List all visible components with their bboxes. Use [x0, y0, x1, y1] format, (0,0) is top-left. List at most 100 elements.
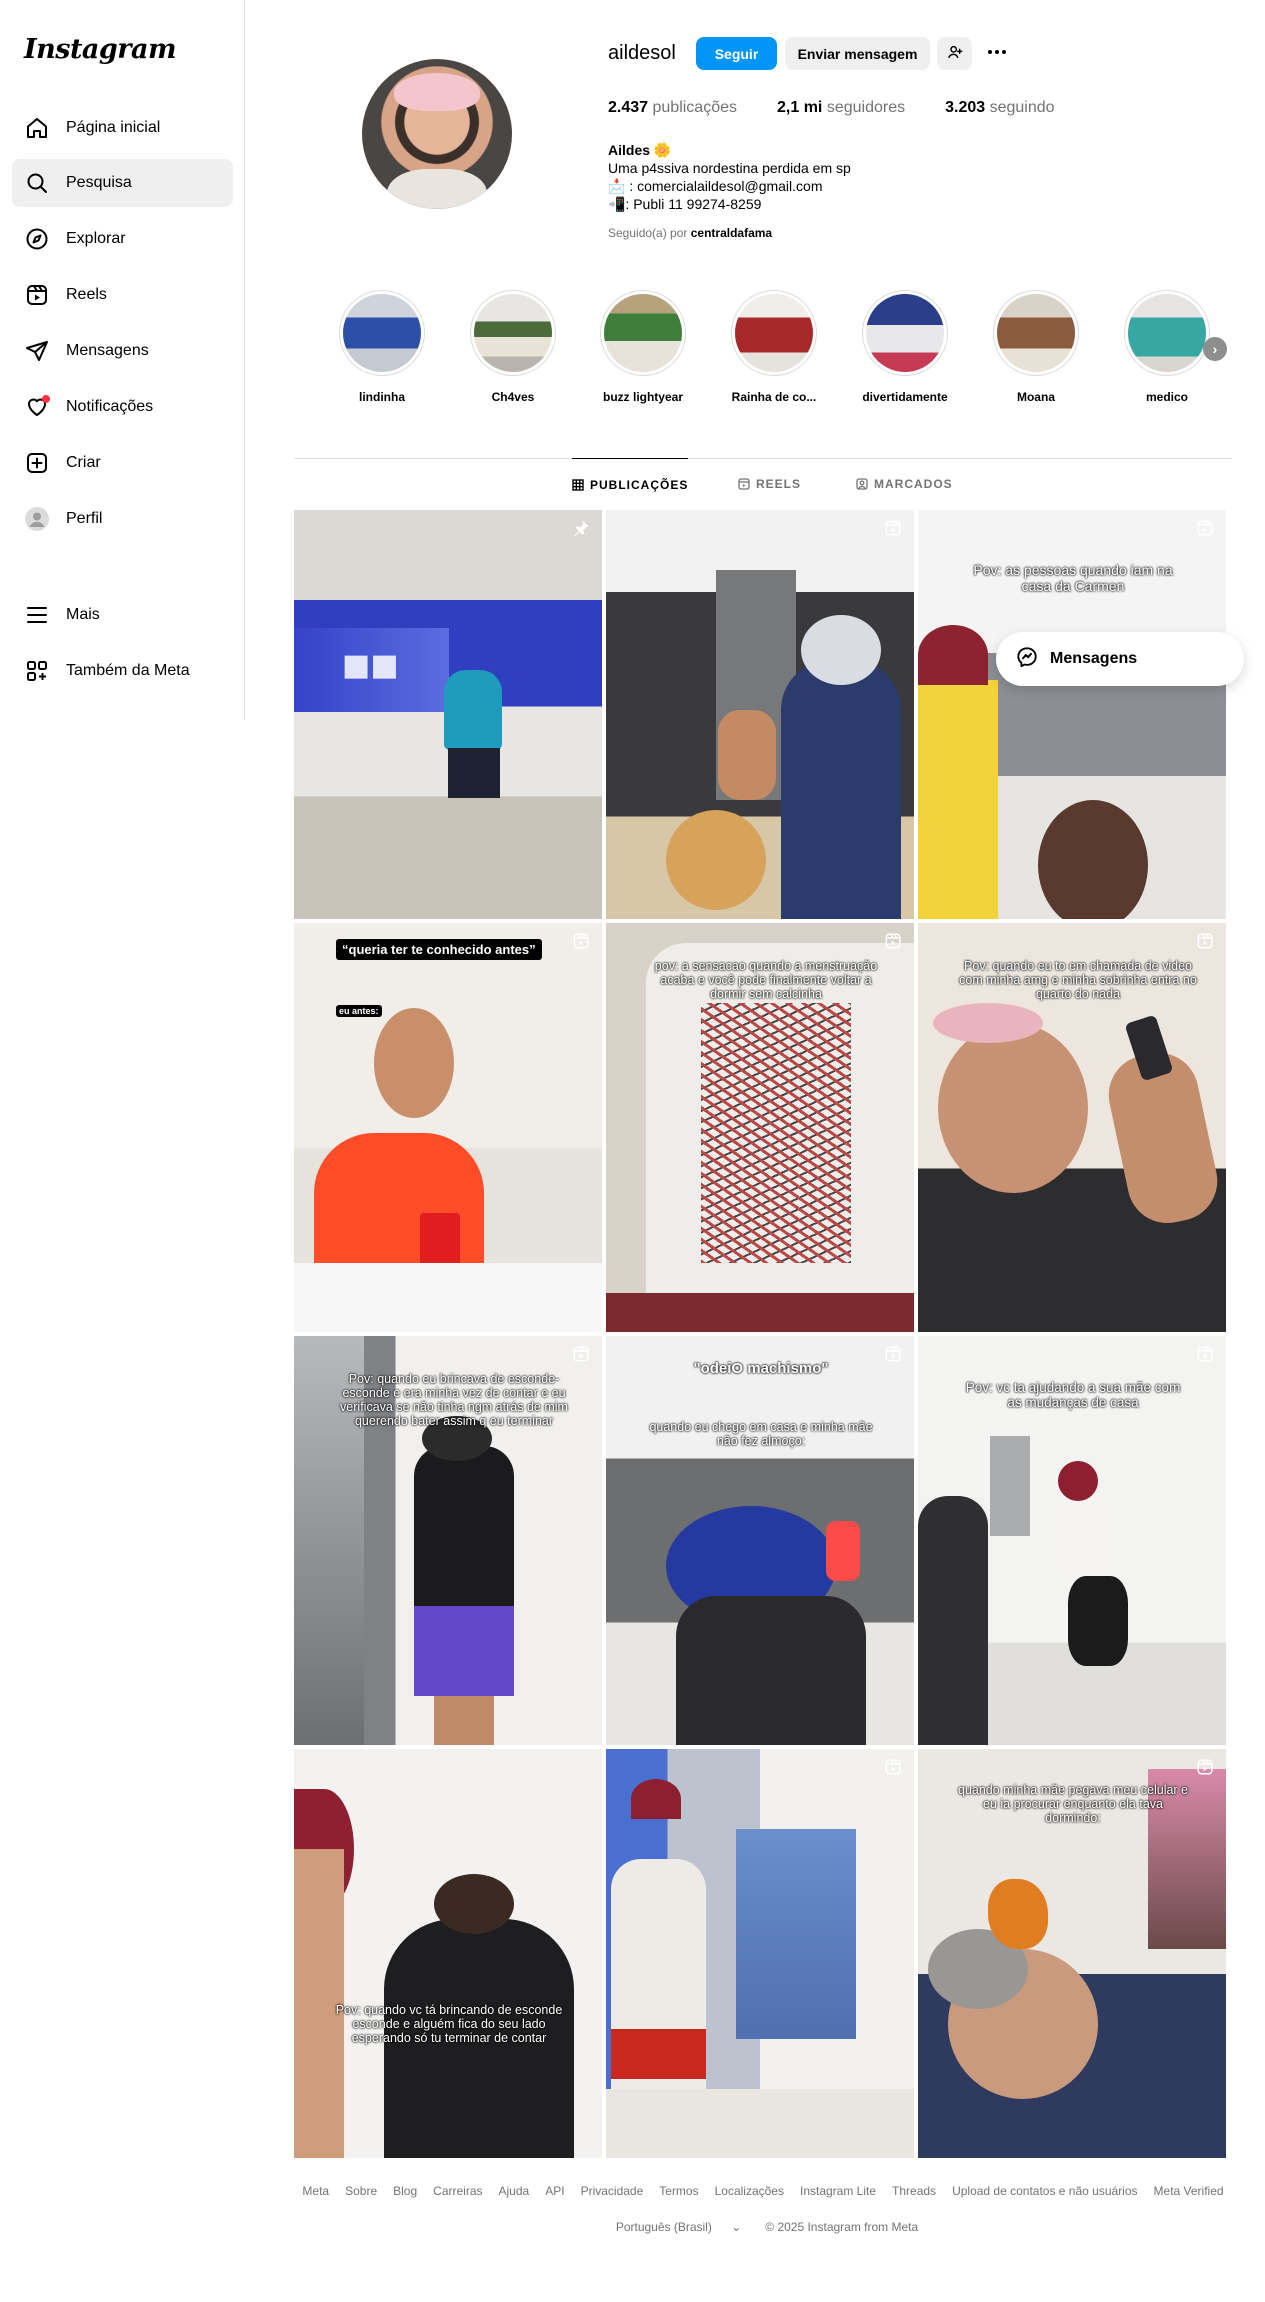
footer-link[interactable]: Meta Verified — [1154, 2184, 1224, 2198]
compass-icon — [24, 226, 50, 252]
meta-apps-icon — [24, 658, 50, 684]
tab-tagged[interactable]: MARCADOS — [856, 458, 953, 510]
highlight-item[interactable]: lindinha — [339, 290, 425, 404]
instagram-logo[interactable]: Instagram — [24, 34, 177, 65]
tab-posts[interactable]: PUBLICAÇÕES — [572, 458, 689, 510]
reel-icon — [884, 932, 902, 955]
post-overlay-caption: “queria ter te conhecido antes” — [336, 939, 542, 960]
sidebar-item-profile[interactable]: Perfil — [12, 495, 233, 543]
highlight-cover — [997, 294, 1075, 372]
footer-link[interactable]: Termos — [659, 2184, 698, 2198]
reel-icon — [1196, 1758, 1214, 1781]
sidebar-item-label: Mensagens — [66, 342, 149, 359]
post-legs — [434, 1696, 494, 1745]
sidebar-item-create[interactable]: Criar — [12, 439, 233, 487]
post-overlay-small: eu antes: — [336, 1005, 382, 1017]
sidebar-item-messages[interactable]: Mensagens — [12, 327, 233, 375]
reel-icon — [884, 1345, 902, 1368]
footer-link[interactable]: Threads — [892, 2184, 936, 2198]
highlights-next-button[interactable]: › — [1203, 337, 1227, 361]
post-thumbnail[interactable]: Pov: quando eu to em chamada de video co… — [918, 923, 1226, 1332]
post-shorts — [414, 1606, 514, 1696]
messages-floating-button[interactable]: Mensagens — [996, 632, 1244, 686]
footer-link[interactable]: Blog — [393, 2184, 417, 2198]
highlight-item[interactable]: Rainha de co... — [731, 290, 817, 404]
post-thumbnail[interactable] — [606, 510, 914, 919]
post-thumbnail[interactable]: Pov: as pessoas quando iam na casa da Ca… — [918, 510, 1226, 919]
footer-link[interactable]: Sobre — [345, 2184, 377, 2198]
language-selector[interactable]: Português (Brasil) ⌄ — [608, 2220, 749, 2234]
highlight-item[interactable]: buzz lightyear — [600, 290, 686, 404]
post-door — [736, 1829, 856, 2039]
reel-icon — [884, 1758, 902, 1781]
highlight-item[interactable]: Moana — [993, 290, 1079, 404]
footer-bottom: Português (Brasil) ⌄ © 2025 Instagram fr… — [294, 2220, 1232, 2234]
footer-link[interactable]: Localizações — [715, 2184, 784, 2198]
footer-link[interactable]: Privacidade — [581, 2184, 644, 2198]
follow-button[interactable]: Seguir — [696, 37, 777, 70]
sidebar-item-also-from-meta[interactable]: Também da Meta — [12, 647, 233, 695]
footer-link[interactable]: Instagram Lite — [800, 2184, 876, 2198]
suggested-accounts-button[interactable] — [937, 37, 972, 70]
highlight-cover — [735, 294, 813, 372]
tab-reels[interactable]: REELS — [738, 458, 801, 510]
post-thumbnail[interactable]: pov: a sensacao quando a menstruação aca… — [606, 923, 914, 1332]
sidebar-item-home[interactable]: Página inicial — [12, 104, 233, 152]
following-count[interactable]: 3.203 seguindo — [945, 99, 1054, 117]
sidebar-item-label: Mais — [66, 606, 100, 623]
post-overlay-text: Pov: as pessoas quando iam na casa da Ca… — [973, 562, 1173, 594]
post-thumbnail[interactable]: Pov: vc ta ajudando a sua mãe com as mud… — [918, 1336, 1226, 1745]
more-options-button[interactable] — [982, 37, 1012, 70]
pin-icon — [572, 519, 590, 542]
highlight-cover — [866, 294, 944, 372]
post-thumbnail[interactable]: “queria ter te conhecido antes” eu antes… — [294, 923, 602, 1332]
post-tv-graphic: ■■ — [342, 648, 399, 683]
followers-count[interactable]: 2,1 mi seguidores — [777, 99, 905, 117]
post-thumbnail[interactable]: Pov: quando vc tá brincando de esconde e… — [294, 1749, 602, 2158]
post-shirt-print — [701, 1003, 851, 1263]
footer-link[interactable]: Upload de contatos e não usuários — [952, 2184, 1137, 2198]
post-plush-toy — [988, 1879, 1048, 1949]
profile-stats: 2.437 publicações 2,1 mi seguidores 3.20… — [608, 99, 1095, 117]
avatar-shirt — [387, 169, 487, 209]
sidebar-item-more[interactable]: Mais — [12, 591, 233, 639]
post-thumbnail[interactable]: ■■ — [294, 510, 602, 919]
post-hair — [434, 1874, 514, 1934]
profile-avatar[interactable] — [362, 59, 512, 209]
sidebar-item-notifications[interactable]: Notificações — [12, 383, 233, 431]
sidebar-item-explore[interactable]: Explorar — [12, 215, 233, 263]
post-overlay-text: Pov: vc ta ajudando a sua mãe com as mud… — [965, 1380, 1181, 1410]
post-person — [718, 710, 776, 800]
sidebar-item-reels[interactable]: Reels — [12, 271, 233, 319]
highlight-item[interactable]: medico — [1124, 290, 1210, 404]
footer-link[interactable]: Carreiras — [433, 2184, 482, 2198]
sidebar-item-search[interactable]: Pesquisa — [12, 159, 233, 207]
reel-icon — [1196, 519, 1214, 542]
footer-link[interactable]: Ajuda — [499, 2184, 530, 2198]
post-overlay-text: Pov: quando eu to em chamada de video co… — [959, 959, 1197, 1001]
reel-icon — [572, 932, 590, 955]
highlight-item[interactable]: divertidamente — [862, 290, 948, 404]
post-thumbnail[interactable]: quando minha mãe pegava meu celular e eu… — [918, 1749, 1226, 2158]
grid-icon — [572, 478, 584, 491]
send-message-button[interactable]: Enviar mensagem — [785, 37, 930, 70]
footer-link[interactable]: Meta — [302, 2184, 329, 2198]
send-icon — [24, 338, 50, 364]
highlight-cover — [343, 294, 421, 372]
post-thumbnail[interactable] — [606, 1749, 914, 2158]
followed-by[interactable]: Seguido(a) por centraldafama — [608, 226, 772, 240]
reel-icon — [1196, 932, 1214, 955]
post-face — [374, 1008, 454, 1118]
post-thumbnail[interactable]: Pov: quando eu brincava de esconde-escon… — [294, 1336, 602, 1745]
reels-icon — [24, 282, 50, 308]
sidebar-item-label: Página inicial — [66, 119, 161, 136]
post-table — [294, 1263, 602, 1332]
post-person — [444, 670, 502, 750]
bio-email: 📩 : comercialaildesol@gmail.com — [608, 178, 823, 194]
bio-line: Uma p4ssiva nordestina perdida em sp — [608, 160, 851, 176]
highlight-item[interactable]: Ch4ves — [470, 290, 556, 404]
post-person — [918, 1496, 988, 1745]
footer-link[interactable]: API — [545, 2184, 564, 2198]
post-thumbnail[interactable]: "odeiO machismo" quando eu chego em casa… — [606, 1336, 914, 1745]
post-overlay-text: pov: a sensacao quando a menstruação aca… — [654, 959, 878, 1001]
